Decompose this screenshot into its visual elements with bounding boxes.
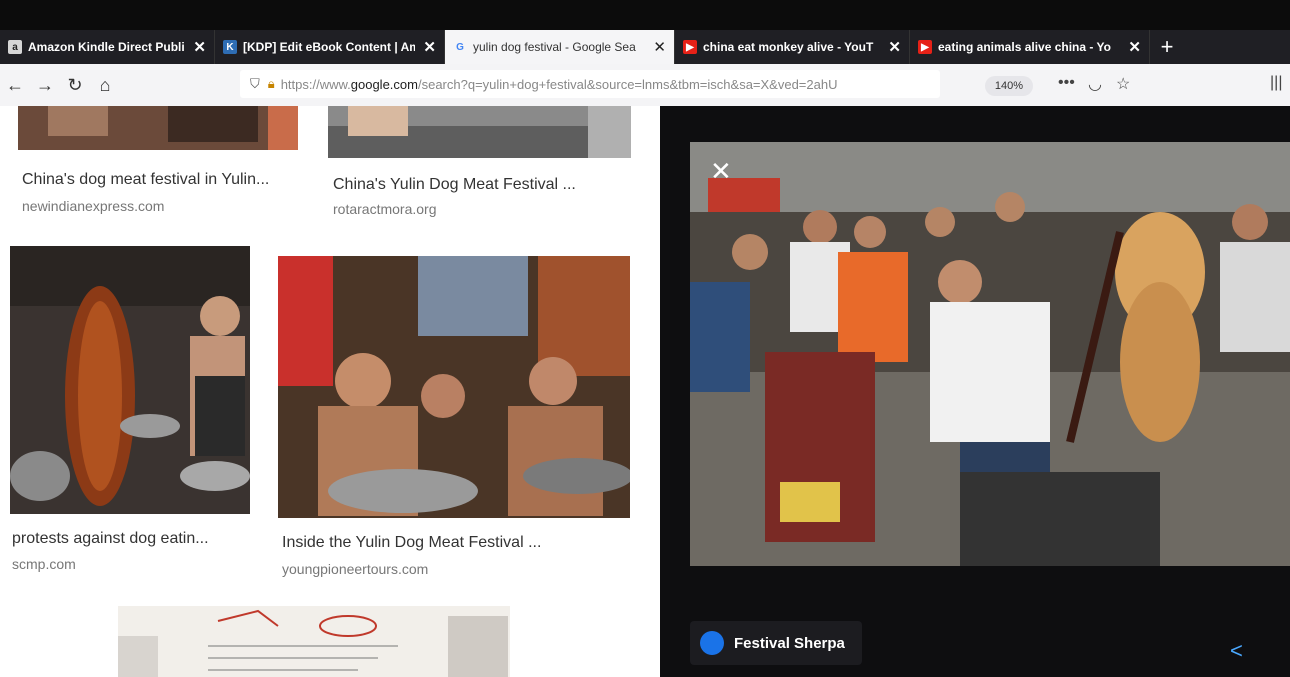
tab-amazon-kdp[interactable]: a Amazon Kindle Direct Publishi ✕ — [0, 30, 215, 64]
source-site-link[interactable]: Festival Sherpa — [690, 621, 862, 665]
home-icon[interactable]: ⌂ — [90, 75, 120, 96]
tab-google-search[interactable]: G yulin dog festival - Google Sea ✕ — [445, 30, 675, 64]
roasted-dog-photo — [10, 246, 250, 514]
url-path: /search?q=yulin+dog+festival&source=lnms… — [417, 76, 838, 92]
result-title[interactable]: China's dog meat festival in Yulin... — [22, 171, 269, 189]
result-source: scmp.com — [12, 556, 76, 572]
result-thumbnail[interactable] — [118, 606, 510, 677]
close-preview-icon[interactable]: ✕ — [710, 156, 732, 187]
diners-photo — [278, 256, 630, 518]
result-source: youngpioneertours.com — [282, 561, 429, 577]
url-prefix: https://www. — [280, 76, 351, 92]
result-thumbnail[interactable] — [328, 106, 631, 158]
pocket-icon[interactable]: ◡ — [1088, 74, 1102, 94]
tab-youtube-monkey[interactable]: ▶ china eat monkey alive - YouT ✕ — [675, 30, 910, 64]
tab-strip: a Amazon Kindle Direct Publishi ✕ K [KDP… — [0, 30, 1290, 64]
preview-image[interactable] — [690, 142, 1290, 566]
close-tab-icon[interactable]: ✕ — [423, 38, 436, 56]
result-title[interactable]: protests against dog eatin... — [12, 530, 209, 548]
google-icon: G — [456, 41, 464, 53]
share-icon[interactable]: < — [1230, 638, 1243, 664]
new-tab-button[interactable]: + — [1150, 30, 1184, 64]
bookmark-star-icon[interactable]: ☆ — [1116, 74, 1130, 94]
youtube-icon: ▶ — [683, 40, 697, 54]
tab-youtube-animals[interactable]: ▶ eating animals alive china - Yo ✕ — [910, 30, 1150, 64]
result-source: rotaractmora.org — [333, 201, 437, 217]
handwritten-note-photo — [118, 606, 510, 677]
result-title[interactable]: China's Yulin Dog Meat Festival ... — [333, 176, 576, 194]
dog-meat-photo — [328, 106, 631, 158]
result-title[interactable]: Inside the Yulin Dog Meat Festival ... — [282, 534, 541, 552]
kdp-icon: K — [223, 40, 237, 54]
url-text[interactable]: https://www.google.com/search?q=yulin+do… — [281, 77, 838, 92]
back-icon[interactable]: ← — [0, 75, 30, 96]
result-thumbnail[interactable] — [278, 256, 630, 518]
zoom-level[interactable]: 140% — [985, 76, 1033, 96]
more-actions-icon[interactable]: ••• — [1058, 74, 1075, 92]
close-tab-icon[interactable]: ✕ — [193, 38, 206, 56]
image-results-panel: China's dog meat festival in Yulin... ne… — [0, 106, 660, 677]
dog-festival-photo — [18, 106, 298, 150]
close-tab-icon[interactable]: ✕ — [1128, 38, 1141, 56]
shield-icon[interactable]: ⛉ — [250, 76, 260, 92]
globe-icon — [700, 631, 724, 655]
url-domain: google.com — [350, 76, 418, 92]
tab-label: [KDP] Edit eBook Content | Am — [243, 40, 416, 54]
result-source: newindianexpress.com — [22, 198, 165, 214]
tab-label: yulin dog festival - Google Sea — [473, 40, 636, 54]
lock-icon[interactable]: 🔒︎ — [268, 76, 275, 92]
site-name: Festival Sherpa — [734, 634, 845, 652]
library-icon[interactable]: ||| — [1270, 74, 1282, 92]
url-bar[interactable]: ⛉ 🔒︎ https://www.google.com/search?q=yul… — [240, 70, 940, 98]
monitor-bezel — [0, 0, 1290, 30]
result-thumbnail[interactable] — [18, 106, 298, 150]
youtube-icon: ▶ — [918, 40, 932, 54]
image-preview-panel: ✕ Festival Sherpa < — [660, 106, 1290, 677]
result-thumbnail[interactable] — [10, 246, 250, 514]
close-tab-icon[interactable]: ✕ — [653, 38, 666, 56]
navigation-toolbar: ← → ↻ ⌂ ⛉ 🔒︎ https://www.google.com/sear… — [0, 64, 1290, 107]
tab-label: china eat monkey alive - YouT — [703, 40, 874, 54]
tab-label: Amazon Kindle Direct Publishi — [28, 40, 186, 54]
close-tab-icon[interactable]: ✕ — [888, 38, 901, 56]
tab-label: eating animals alive china - Yo — [938, 40, 1111, 54]
forward-icon[interactable]: → — [30, 75, 60, 96]
tab-kdp-edit[interactable]: K [KDP] Edit eBook Content | Am ✕ — [215, 30, 445, 64]
reload-icon[interactable]: ↻ — [60, 75, 90, 96]
festival-crowd-photo — [690, 142, 1290, 566]
amazon-icon: a — [8, 40, 22, 54]
